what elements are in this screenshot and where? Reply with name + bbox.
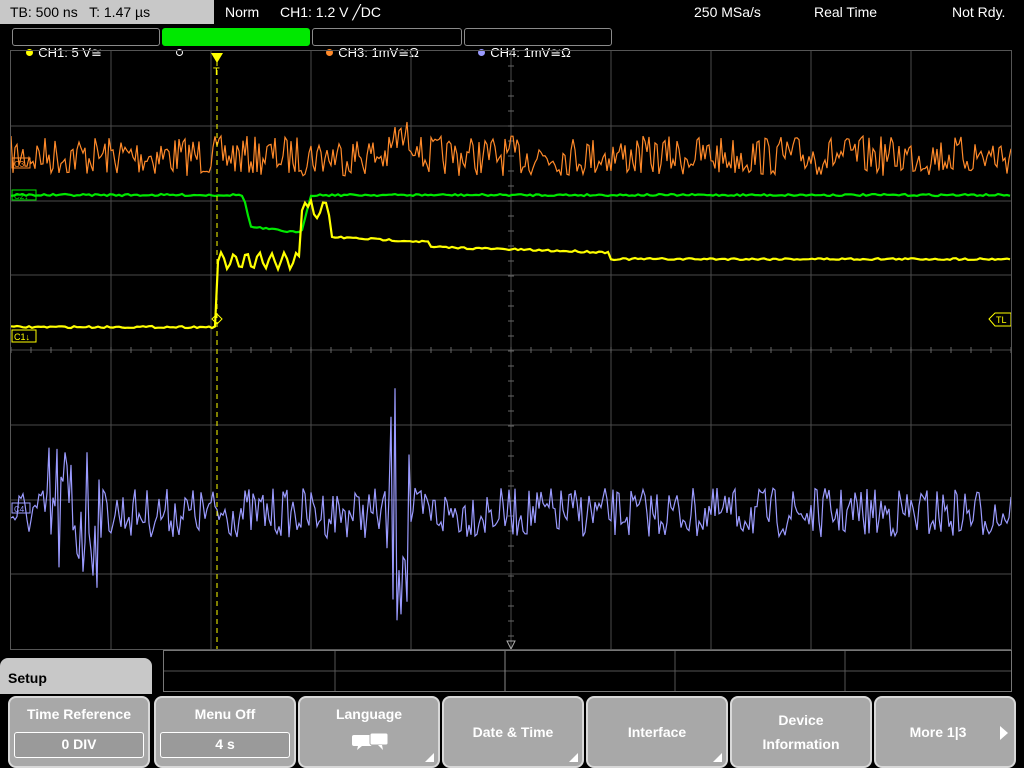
softkey-label-line2: Information [762,736,840,752]
ch4-offset-marker[interactable]: C4 [11,502,31,514]
channel-tab-ch3[interactable]: CH3: 1mV≅Ω [312,28,462,60]
trigger-source[interactable]: CH1: 1.2 V ╱DC [280,0,381,24]
channel-tab-ch1[interactable]: CH1: 5 V≅ [12,28,160,60]
submenu-indicator-icon [425,753,434,762]
ch1-offset-marker[interactable]: C1↓ [11,329,37,343]
speech-bubbles-icon [352,732,389,750]
menu-off-value: 4 s [160,732,290,758]
menu-off-softkey[interactable]: Menu Off 4 s [154,696,296,768]
submenu-indicator-icon [713,753,722,762]
device-information-softkey[interactable]: Device Information [730,696,872,768]
zoom-strip-grid [164,651,1011,691]
trigger-position-marker-icon[interactable] [211,53,223,63]
menu-title: Setup [0,658,152,694]
softkey-label: Interface [627,724,687,740]
interface-softkey[interactable]: Interface [586,696,728,768]
ch1-marker-label: C1↓ [14,332,30,342]
acquisition-mode: Real Time [814,4,878,20]
next-page-arrow-icon [1000,726,1008,740]
ch3-marker-label: C3 [14,160,25,169]
run-status: Not Rdy. [952,4,1006,20]
waveform-canvas: T C3 C2↓ C1↓ C4 TL [11,51,1011,649]
more-softkey[interactable]: More 1|3 [874,696,1016,768]
ch4-marker-label: C4 [14,505,25,514]
ch2-marker-label: C2↓ [14,192,28,201]
zoom-strip [163,650,1012,692]
time-reference-value: 0 DIV [14,732,144,758]
trigger-level-marker[interactable]: TL [988,312,1011,327]
submenu-indicator-icon [569,753,578,762]
softkey-label: Menu Off [194,706,256,722]
trigger-mode[interactable]: Norm [225,0,259,24]
language-softkey[interactable]: Language [298,696,440,768]
softkey-label: Time Reference [26,706,131,722]
softkey-label: More 1|3 [909,724,967,740]
sample-rate: 250 MSa/s [694,4,761,20]
softkey-label: Language [335,706,403,722]
time-reference-softkey[interactable]: Time Reference 0 DIV [8,696,150,768]
date-time-softkey[interactable]: Date & Time [442,696,584,768]
timebase-readout[interactable]: TB: 500 ns T: 1.47 µs [0,0,214,24]
waveform-display[interactable]: T C3 C2↓ C1↓ C4 TL [10,50,1012,650]
graticule [11,51,1011,649]
softkey-label: Date & Time [472,724,554,740]
channel-tab-ch2[interactable]: CH2: 20 mV≅Ω [162,28,310,60]
channel-tab-ch4[interactable]: CH4: 1mV≅Ω [464,28,612,60]
trigger-position-label: T [213,66,220,78]
trigger-level-label: TL [996,315,1007,325]
softkey-label-line1: Device [778,712,824,728]
